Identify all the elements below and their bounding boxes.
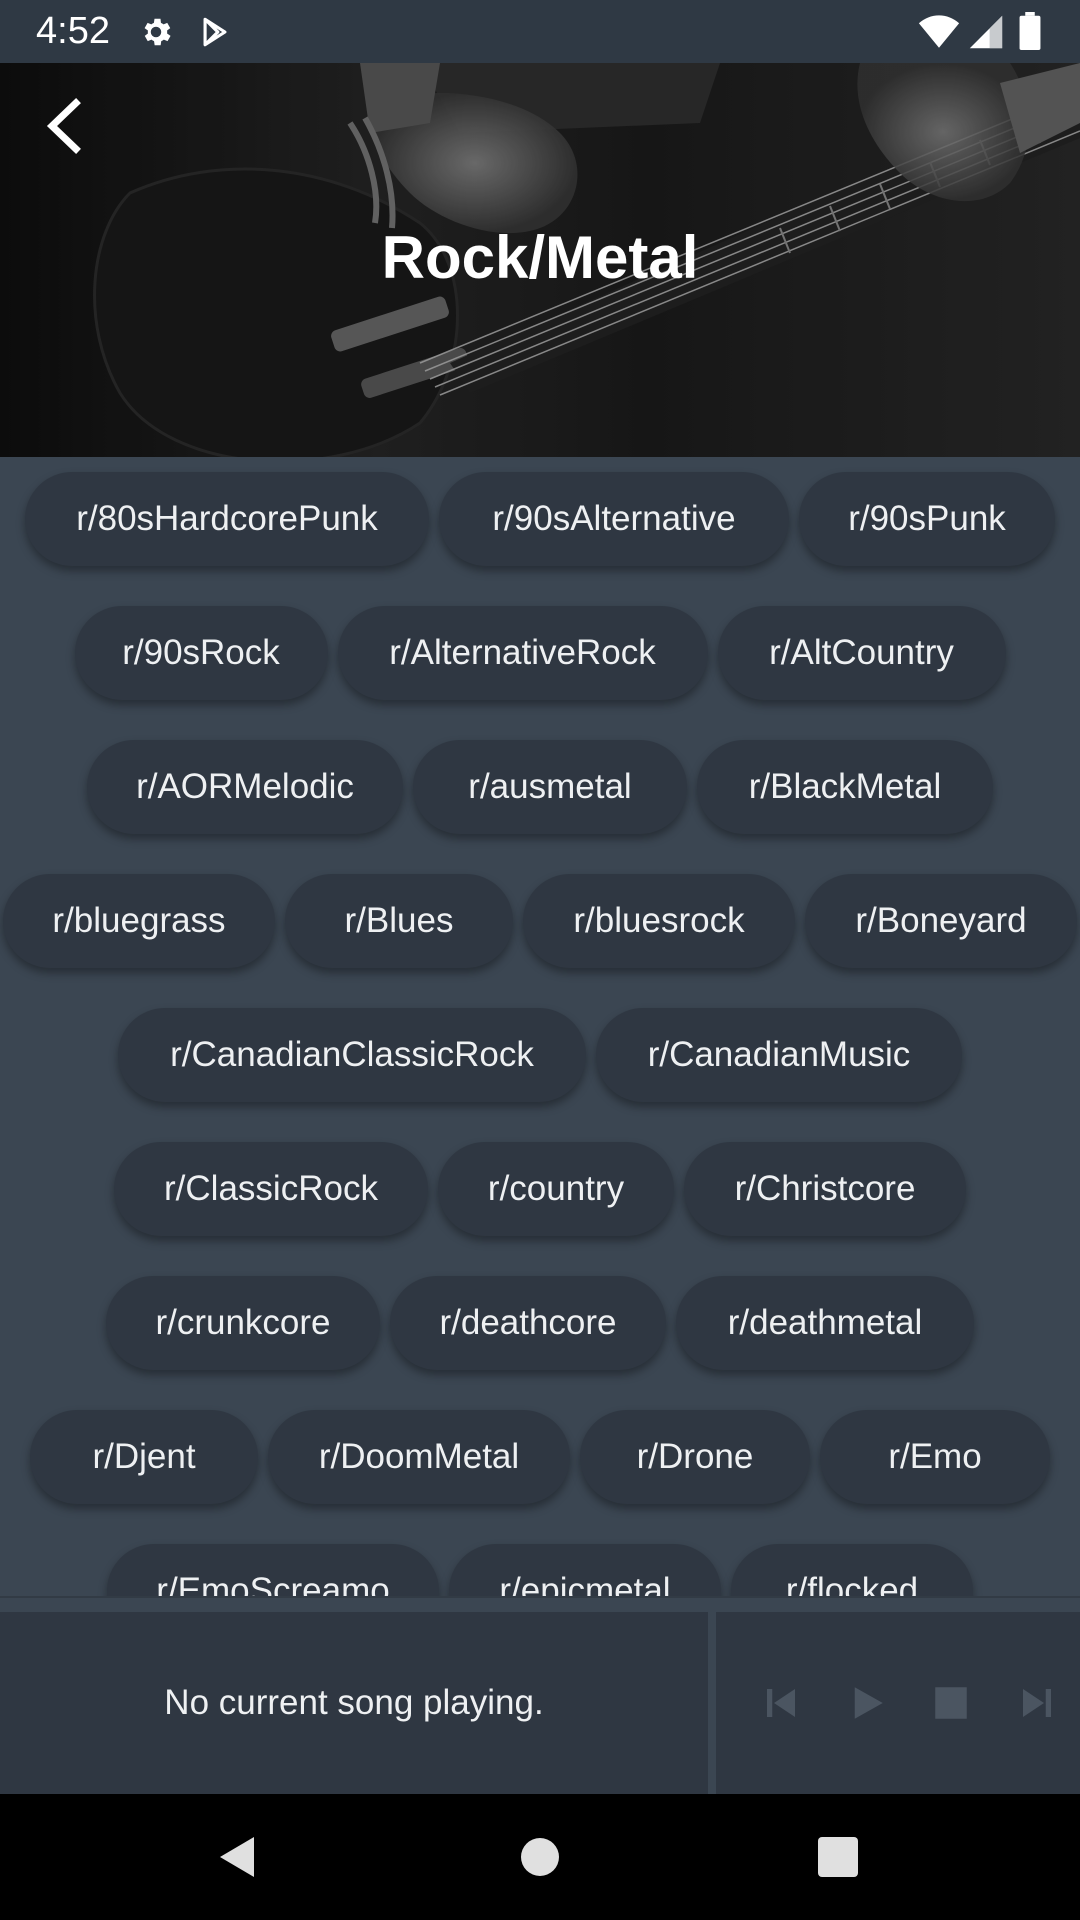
chip-row: r/80sHardcorePunk r/90sAlternative r/90s… [0,472,1080,568]
status-time: 4:52 [36,10,110,52]
subreddit-chip[interactable]: r/AORMelodic [87,740,403,834]
subreddit-chip[interactable]: r/ausmetal [413,740,687,834]
subreddit-chip[interactable]: r/AltCountry [717,606,1006,700]
skip-previous-icon[interactable] [760,1682,802,1724]
chip-row: r/bluegrass r/Blues r/bluesrock r/Boneya… [0,874,1080,970]
subreddit-chip[interactable]: r/AlternativeRock [337,606,708,700]
subreddit-chip[interactable]: r/bluesrock [523,874,795,968]
subreddit-chip[interactable]: r/deathmetal [676,1276,974,1370]
music-player-bar: No current song playing. [0,1596,1080,1794]
chip-row: r/crunkcore r/deathcore r/deathmetal [0,1276,1080,1372]
subreddit-chip[interactable]: r/Christcore [684,1142,966,1236]
subreddit-chip[interactable]: r/ClassicRock [114,1142,428,1236]
playback-controls [716,1612,1080,1794]
subreddit-chip[interactable]: r/Drone [580,1410,810,1504]
chip-row: r/Djent r/DoomMetal r/Drone r/Emo [0,1410,1080,1506]
subreddit-chip[interactable]: r/BlackMetal [697,740,993,834]
chip-row: r/EmoScreamo r/epicmetal r/flocked [0,1544,1080,1596]
play-store-icon [203,17,227,47]
chip-row: r/ClassicRock r/country r/Christcore [0,1142,1080,1238]
signal-icon [969,15,1003,49]
subreddit-chip[interactable]: r/epicmetal [449,1544,721,1596]
wifi-icon [918,15,960,48]
status-bar: 4:52 [0,0,1080,63]
subreddit-chip[interactable]: r/90sPunk [799,472,1055,566]
subreddit-chip-list[interactable]: r/80sHardcorePunk r/90sAlternative r/90s… [0,457,1080,1596]
subreddit-chip[interactable]: r/80sHardcorePunk [25,472,429,566]
subreddit-chip[interactable]: r/Boneyard [805,874,1077,968]
system-navigation-bar [0,1794,1080,1920]
subreddit-chip[interactable]: r/bluegrass [3,874,275,968]
subreddit-chip[interactable]: r/flocked [731,1544,973,1596]
subreddit-chip[interactable]: r/CanadianClassicRock [118,1008,586,1102]
recents-square-icon[interactable] [808,1827,868,1887]
player-separator [708,1612,716,1794]
subreddit-chip[interactable]: r/90sAlternative [439,472,789,566]
back-triangle-icon[interactable] [208,1827,268,1887]
subreddit-chip[interactable]: r/deathcore [390,1276,666,1370]
gear-icon [144,18,171,46]
app-screen: 4:52 Rock/Metal r/80sHardcorePunk r/90sA… [0,0,1080,1920]
subreddit-chip[interactable]: r/DoomMetal [268,1410,570,1504]
now-playing-text: No current song playing. [0,1612,708,1794]
page-title: Rock/Metal [381,224,699,291]
skip-next-icon[interactable] [1016,1682,1058,1724]
subreddit-chip[interactable]: r/90sRock [74,606,328,700]
battery-icon [1019,12,1041,50]
chip-row: r/AORMelodic r/ausmetal r/BlackMetal [0,740,1080,836]
chip-row: r/CanadianClassicRock r/CanadianMusic [0,1008,1080,1104]
stop-icon[interactable] [930,1682,972,1724]
subreddit-chip[interactable]: r/Djent [30,1410,258,1504]
subreddit-chip[interactable]: r/CanadianMusic [596,1008,962,1102]
subreddit-chip[interactable]: r/Emo [820,1410,1050,1504]
subreddit-chip[interactable]: r/crunkcore [106,1276,380,1370]
play-icon[interactable] [846,1682,888,1724]
chevron-left-icon [46,98,81,154]
chip-row: r/90sRock r/AlternativeRock r/AltCountry [0,606,1080,702]
genre-header: Rock/Metal [0,63,1080,457]
subreddit-chip[interactable]: r/Blues [285,874,513,968]
subreddit-chip[interactable]: r/country [438,1142,674,1236]
subreddit-chip[interactable]: r/EmoScreamo [107,1544,439,1596]
back-button[interactable] [34,93,94,159]
home-circle-icon[interactable] [510,1827,570,1887]
